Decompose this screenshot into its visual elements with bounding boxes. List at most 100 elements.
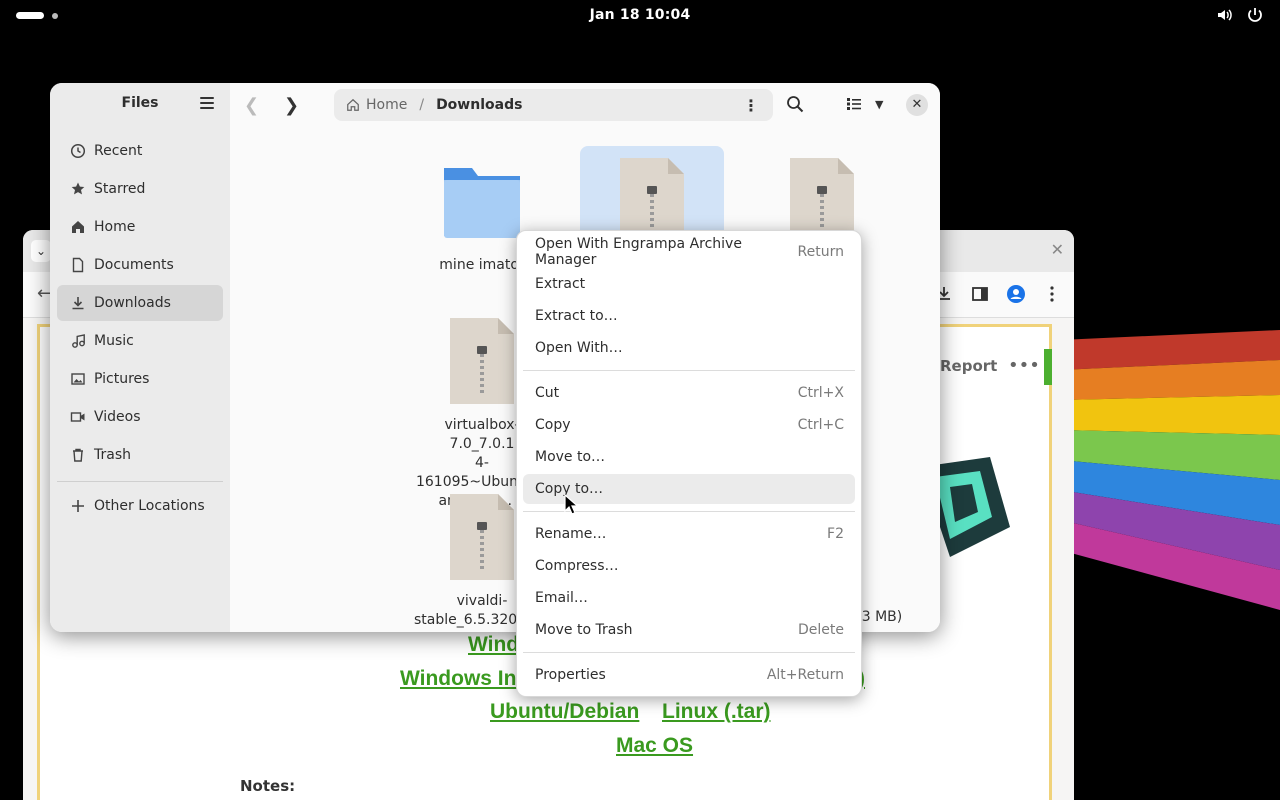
menu-item-extract[interactable]: Extract	[523, 269, 855, 299]
menu-item-email[interactable]: Email…	[523, 583, 855, 613]
path-home[interactable]: Home	[366, 97, 407, 113]
file-item[interactable]: 06.55-rpm	[920, 306, 940, 456]
document-icon	[70, 257, 86, 273]
file-item[interactable]: ride	[920, 482, 940, 632]
menu-item-label: Extract to…	[535, 308, 618, 324]
download-icon	[70, 295, 86, 311]
more-options-icon[interactable]: •••	[1008, 355, 1040, 376]
sidebar-item-home[interactable]: Home	[57, 209, 223, 245]
home-icon	[347, 98, 359, 111]
sidebar-toggle-icon[interactable]	[970, 284, 990, 304]
archive-icon	[442, 492, 522, 582]
clock[interactable]: Jan 18 10:04	[0, 7, 1280, 23]
menu-item-shortcut: F2	[827, 526, 844, 542]
download-link-ubuntu-debian[interactable]: Ubuntu/Debian	[490, 700, 639, 724]
wallpaper-rainbow	[1060, 330, 1280, 610]
back-icon[interactable]: ❮	[244, 95, 259, 116]
power-icon[interactable]	[1246, 6, 1264, 24]
sidebar-item-label: Trash	[94, 447, 131, 463]
report-link[interactable]: Report	[940, 357, 997, 375]
menu-item-open-with-engrampa-archive-manager[interactable]: Open With Engrampa Archive Manager Return	[523, 236, 855, 268]
menu-item-copy[interactable]: Copy Ctrl+C	[523, 410, 855, 440]
menu-item-shortcut: Alt+Return	[766, 667, 844, 683]
sidebar-item-downloads[interactable]: Downloads	[57, 285, 223, 321]
sidebar-item-starred[interactable]: Starred	[57, 171, 223, 207]
menu-separator	[523, 652, 855, 653]
page-scroll-marker	[1044, 349, 1052, 385]
sidebar-item-videos[interactable]: Videos	[57, 399, 223, 435]
menu-item-label: Open With Engrampa Archive Manager	[535, 236, 742, 268]
picture-icon	[70, 371, 86, 387]
menu-item-cut[interactable]: Cut Ctrl+X	[523, 378, 855, 408]
menu-item-label: Properties	[535, 667, 606, 683]
menu-separator	[523, 370, 855, 371]
menu-item-open-with[interactable]: Open With…	[523, 333, 855, 363]
path-current[interactable]: Downloads	[436, 97, 522, 113]
menu-item-properties[interactable]: Properties Alt+Return	[523, 660, 855, 690]
menu-item-label: Open With…	[535, 340, 623, 356]
file-name: -ar.gz	[920, 256, 940, 294]
download-link-windows-installer[interactable]: Windows Ins	[400, 667, 528, 691]
mouse-pointer-icon	[564, 494, 578, 515]
close-icon[interactable]: ✕	[906, 94, 928, 116]
menu-item-label: Move to Trash	[535, 622, 633, 638]
sidebar-item-label: Downloads	[94, 295, 171, 311]
files-sidebar: Files Recent Starred Home Documents Down…	[50, 83, 230, 632]
sidebar-item-other-locations[interactable]: Other Locations	[57, 488, 223, 524]
trash-icon	[70, 447, 86, 463]
menu-item-compress[interactable]: Compress…	[523, 551, 855, 581]
menu-item-shortcut: Ctrl+X	[797, 385, 844, 401]
file-item[interactable]: -ar.gz	[920, 146, 940, 298]
forward-icon[interactable]: ❯	[284, 95, 299, 116]
view-options-dropdown-icon[interactable]: ▼	[875, 98, 883, 111]
profile-icon[interactable]	[1006, 284, 1026, 304]
sidebar-item-recent[interactable]: Recent	[57, 133, 223, 169]
file-name: 06.55-rpm	[920, 416, 940, 454]
download-link-linux-tar[interactable]: Linux (.tar)	[662, 700, 771, 724]
folder-icon	[442, 156, 522, 246]
menu-item-label: Move to…	[535, 449, 606, 465]
sidebar-item-trash[interactable]: Trash	[57, 437, 223, 473]
search-icon[interactable]	[786, 95, 804, 113]
path-bar[interactable]: Home / Downloads ⋮	[334, 89, 773, 121]
speaker-icon[interactable]	[1216, 6, 1234, 24]
menu-item-rename[interactable]: Rename… F2	[523, 519, 855, 549]
browser-tools	[934, 284, 1062, 304]
download-link-windows[interactable]: Wind	[468, 633, 519, 657]
video-icon	[70, 409, 86, 425]
sidebar-item-label: Other Locations	[94, 498, 205, 514]
path-menu-icon[interactable]: ⋮	[743, 96, 759, 115]
sidebar-item-label: Home	[94, 219, 136, 235]
file-name: ride	[920, 592, 940, 611]
notes-heading: Notes:	[240, 777, 296, 795]
menu-item-label: Rename…	[535, 526, 607, 542]
hamburger-menu-icon[interactable]	[200, 97, 214, 109]
sidebar-item-label: Recent	[94, 143, 143, 159]
music-icon	[70, 333, 86, 349]
top-bar: Jan 18 10:04	[0, 0, 1280, 32]
system-tray[interactable]	[1216, 6, 1264, 24]
menu-item-extract-to[interactable]: Extract to…	[523, 301, 855, 331]
list-view-icon[interactable]	[846, 96, 862, 112]
star-icon	[70, 181, 86, 197]
tab-list-button[interactable]: ⌄	[31, 240, 51, 262]
sidebar-item-pictures[interactable]: Pictures	[57, 361, 223, 397]
sidebar-item-label: Starred	[94, 181, 146, 197]
menu-item-move-to[interactable]: Move to…	[523, 442, 855, 472]
sidebar-item-label: Videos	[94, 409, 141, 425]
context-menu: Open With Engrampa Archive Manager Return…	[516, 230, 862, 697]
browser-close-icon[interactable]: ✕	[1051, 240, 1064, 259]
menu-item-label: Cut	[535, 385, 560, 401]
sidebar-item-label: Documents	[94, 257, 174, 273]
menu-item-shortcut: Delete	[798, 622, 844, 638]
browser-menu-icon[interactable]	[1042, 284, 1062, 304]
home-icon	[70, 219, 86, 235]
sidebar-divider	[57, 481, 223, 482]
sidebar-item-documents[interactable]: Documents	[57, 247, 223, 283]
archive-icon	[442, 316, 522, 406]
menu-item-move-to-trash[interactable]: Move to Trash Delete	[523, 615, 855, 645]
menu-item-label: Compress…	[535, 558, 619, 574]
sidebar-item-music[interactable]: Music	[57, 323, 223, 359]
sidebar-item-label: Music	[94, 333, 134, 349]
download-link-mac-os[interactable]: Mac OS	[616, 734, 693, 758]
